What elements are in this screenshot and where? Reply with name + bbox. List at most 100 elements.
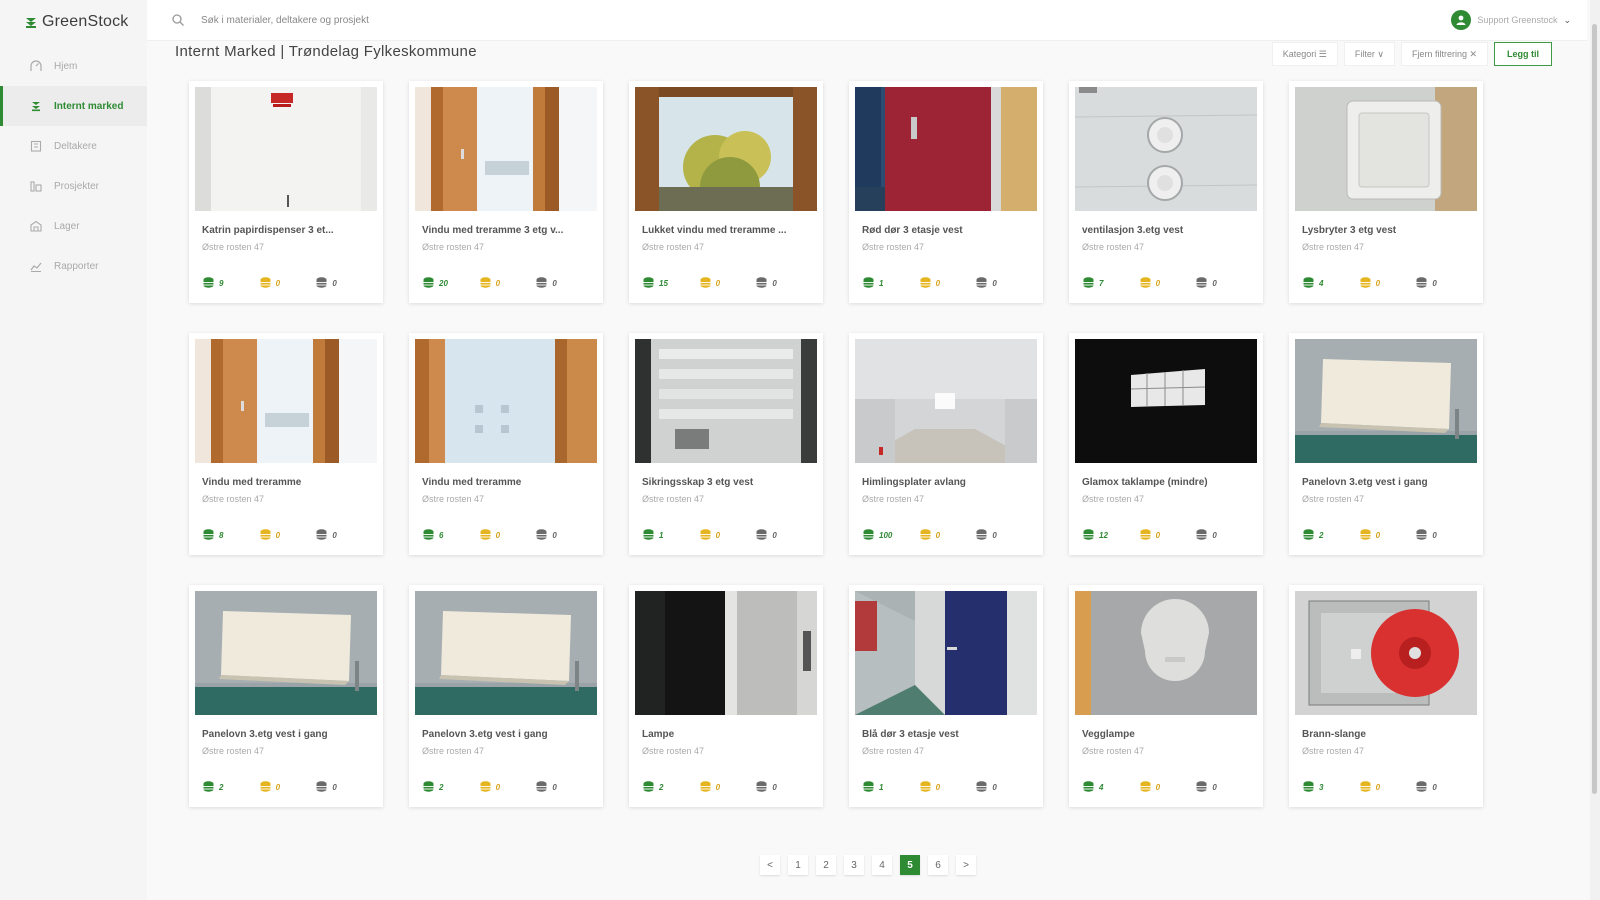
yellow-coin-icon — [919, 528, 936, 543]
yellow-stock-stat: 0 — [479, 528, 536, 543]
green-stock-stat: 2 — [422, 780, 479, 795]
gray-coin-icon — [975, 528, 992, 543]
building-icon — [28, 138, 44, 154]
product-location: Østre rosten 47 — [422, 242, 485, 252]
user-menu[interactable]: Support Greenstock ⌄ — [1451, 10, 1571, 30]
gray-coin-icon — [755, 276, 772, 291]
product-stats: 4 0 0 — [1082, 780, 1252, 795]
product-card[interactable]: Panelovn 3.etg vest i gang Østre rosten 4… — [189, 585, 383, 807]
product-image — [1075, 87, 1257, 211]
green-count: 3 — [1319, 783, 1324, 792]
yellow-count: 0 — [1155, 531, 1161, 540]
product-title: Panelovn 3.etg vest i gang — [422, 729, 548, 740]
scrollbar-thumb[interactable] — [1592, 24, 1597, 794]
page-title: Internt Marked | Trøndelag Fylkeskommune — [175, 43, 477, 60]
clear-filter-button[interactable]: Fjern filtrering ✕ — [1400, 42, 1488, 66]
gray-stock-stat: 0 — [315, 276, 372, 291]
sidebar-item-hjem[interactable]: Hjem — [0, 46, 147, 86]
gray-count: 0 — [1432, 279, 1437, 288]
product-image — [415, 87, 597, 211]
sidebar-item-rapporter[interactable]: Rapporter — [0, 246, 147, 286]
product-card[interactable]: Panelovn 3.etg vest i gang Østre rosten 4… — [409, 585, 603, 807]
product-card[interactable]: Katrin papirdispenser 3 et... Østre roste… — [189, 81, 383, 303]
product-image — [1295, 591, 1477, 715]
green-coin-icon — [422, 276, 439, 291]
pagination-page-1[interactable]: 1 — [788, 855, 808, 875]
green-coin-icon — [862, 780, 879, 795]
gray-count: 0 — [552, 783, 557, 792]
yellow-coin-icon — [1139, 276, 1156, 291]
product-card[interactable]: Vindu med treramme Østre rosten 47 6 0 0 — [409, 333, 603, 555]
sidebar-item-internt-marked[interactable]: Internt marked — [0, 86, 147, 126]
pagination-page-2[interactable]: 2 — [816, 855, 836, 875]
yellow-coin-icon — [479, 276, 496, 291]
pagination-prev-button[interactable]: < — [760, 855, 780, 875]
search-input[interactable] — [201, 14, 801, 26]
yellow-count: 0 — [935, 531, 941, 540]
sidebar-item-label: Rapporter — [54, 260, 99, 272]
green-coin-icon — [642, 528, 659, 543]
green-stock-stat: 6 — [422, 528, 479, 543]
product-stats: 6 0 0 — [422, 528, 592, 543]
product-stats: 2 0 0 — [642, 780, 812, 795]
product-location: Østre rosten 47 — [1302, 494, 1365, 504]
yellow-coin-icon — [1359, 780, 1376, 795]
product-card[interactable]: Himlingsplater avlang Østre rosten 47 100 0… — [849, 333, 1043, 555]
product-card[interactable]: Lampe Østre rosten 47 2 0 0 — [629, 585, 823, 807]
product-card[interactable]: Lysbryter 3 etg vest Østre rosten 47 4 0 0 — [1289, 81, 1483, 303]
product-stats: 3 0 0 — [1302, 780, 1472, 795]
product-card[interactable]: ventilasjon 3.etg vest Østre rosten 47 7 0 0 — [1069, 81, 1263, 303]
pagination-page-3[interactable]: 3 — [844, 855, 864, 875]
yellow-stock-stat: 0 — [479, 276, 536, 291]
pagination-next-button[interactable]: > — [956, 855, 976, 875]
yellow-coin-icon — [699, 780, 716, 795]
product-title: Panelovn 3.etg vest i gang — [1302, 477, 1428, 488]
yellow-stock-stat: 0 — [259, 528, 316, 543]
gray-stock-stat: 0 — [315, 528, 372, 543]
gray-coin-icon — [315, 276, 332, 291]
green-stock-stat: 4 — [1082, 780, 1139, 795]
green-count: 1 — [879, 279, 884, 288]
product-card[interactable]: Vindu med treramme Østre rosten 47 8 0 0 — [189, 333, 383, 555]
sidebar-item-lager[interactable]: Lager — [0, 206, 147, 246]
green-count: 2 — [1319, 531, 1324, 540]
gray-stock-stat: 0 — [1195, 276, 1252, 291]
product-card[interactable]: Panelovn 3.etg vest i gang Østre rosten 4… — [1289, 333, 1483, 555]
avatar — [1451, 10, 1472, 30]
add-button[interactable]: Legg til — [1494, 42, 1552, 66]
product-card[interactable]: Lukket vindu med treramme ... Østre roste… — [629, 81, 823, 303]
product-image — [195, 591, 377, 715]
category-dropdown[interactable]: Kategori ☰ — [1271, 42, 1338, 66]
product-card[interactable]: Sikringsskap 3 etg vest Østre rosten 47 1 0… — [629, 333, 823, 555]
product-card[interactable]: Blå dør 3 etasje vest Østre rosten 47 1 0 0 — [849, 585, 1043, 807]
green-stock-stat: 1 — [862, 780, 919, 795]
filter-dropdown[interactable]: Filter ∨ — [1343, 42, 1395, 66]
product-location: Østre rosten 47 — [202, 242, 265, 252]
sidebar-item-prosjekter[interactable]: Prosjekter — [0, 166, 147, 206]
yellow-coin-icon — [259, 528, 276, 543]
product-card[interactable]: Vindu med treramme 3 etg v... Østre roste… — [409, 81, 603, 303]
top-bar: Support Greenstock ⌄ — [147, 0, 1587, 41]
sidebar-item-deltakere[interactable]: Deltakere — [0, 126, 147, 166]
brand-logo[interactable]: GreenStock — [0, 0, 147, 44]
pagination-page-6[interactable]: 6 — [928, 855, 948, 875]
home-icon — [28, 58, 44, 74]
product-location: Østre rosten 47 — [422, 746, 485, 756]
product-card[interactable]: Brann-slange Østre rosten 47 3 0 0 — [1289, 585, 1483, 807]
gray-stock-stat: 0 — [535, 276, 592, 291]
sidebar-item-label: Hjem — [54, 60, 78, 72]
gray-stock-stat: 0 — [755, 276, 812, 291]
product-card[interactable]: Glamox taklampe (mindre) Østre rosten 47 1… — [1069, 333, 1263, 555]
green-coin-icon — [1082, 528, 1099, 543]
green-stock-stat: 3 — [1302, 780, 1359, 795]
product-stats: 15 0 0 — [642, 276, 812, 291]
product-card[interactable]: Rød dør 3 etasje vest Østre rosten 47 1 0 0 — [849, 81, 1043, 303]
pagination-page-5[interactable]: 5 — [900, 855, 920, 875]
product-stats: 1 0 0 — [862, 276, 1032, 291]
yellow-coin-icon — [1139, 528, 1156, 543]
warehouse-icon — [28, 218, 44, 234]
scrollbar[interactable] — [1590, 0, 1600, 900]
pagination-page-4[interactable]: 4 — [872, 855, 892, 875]
yellow-coin-icon — [699, 528, 716, 543]
product-card[interactable]: Vegglampe Østre rosten 47 4 0 0 — [1069, 585, 1263, 807]
